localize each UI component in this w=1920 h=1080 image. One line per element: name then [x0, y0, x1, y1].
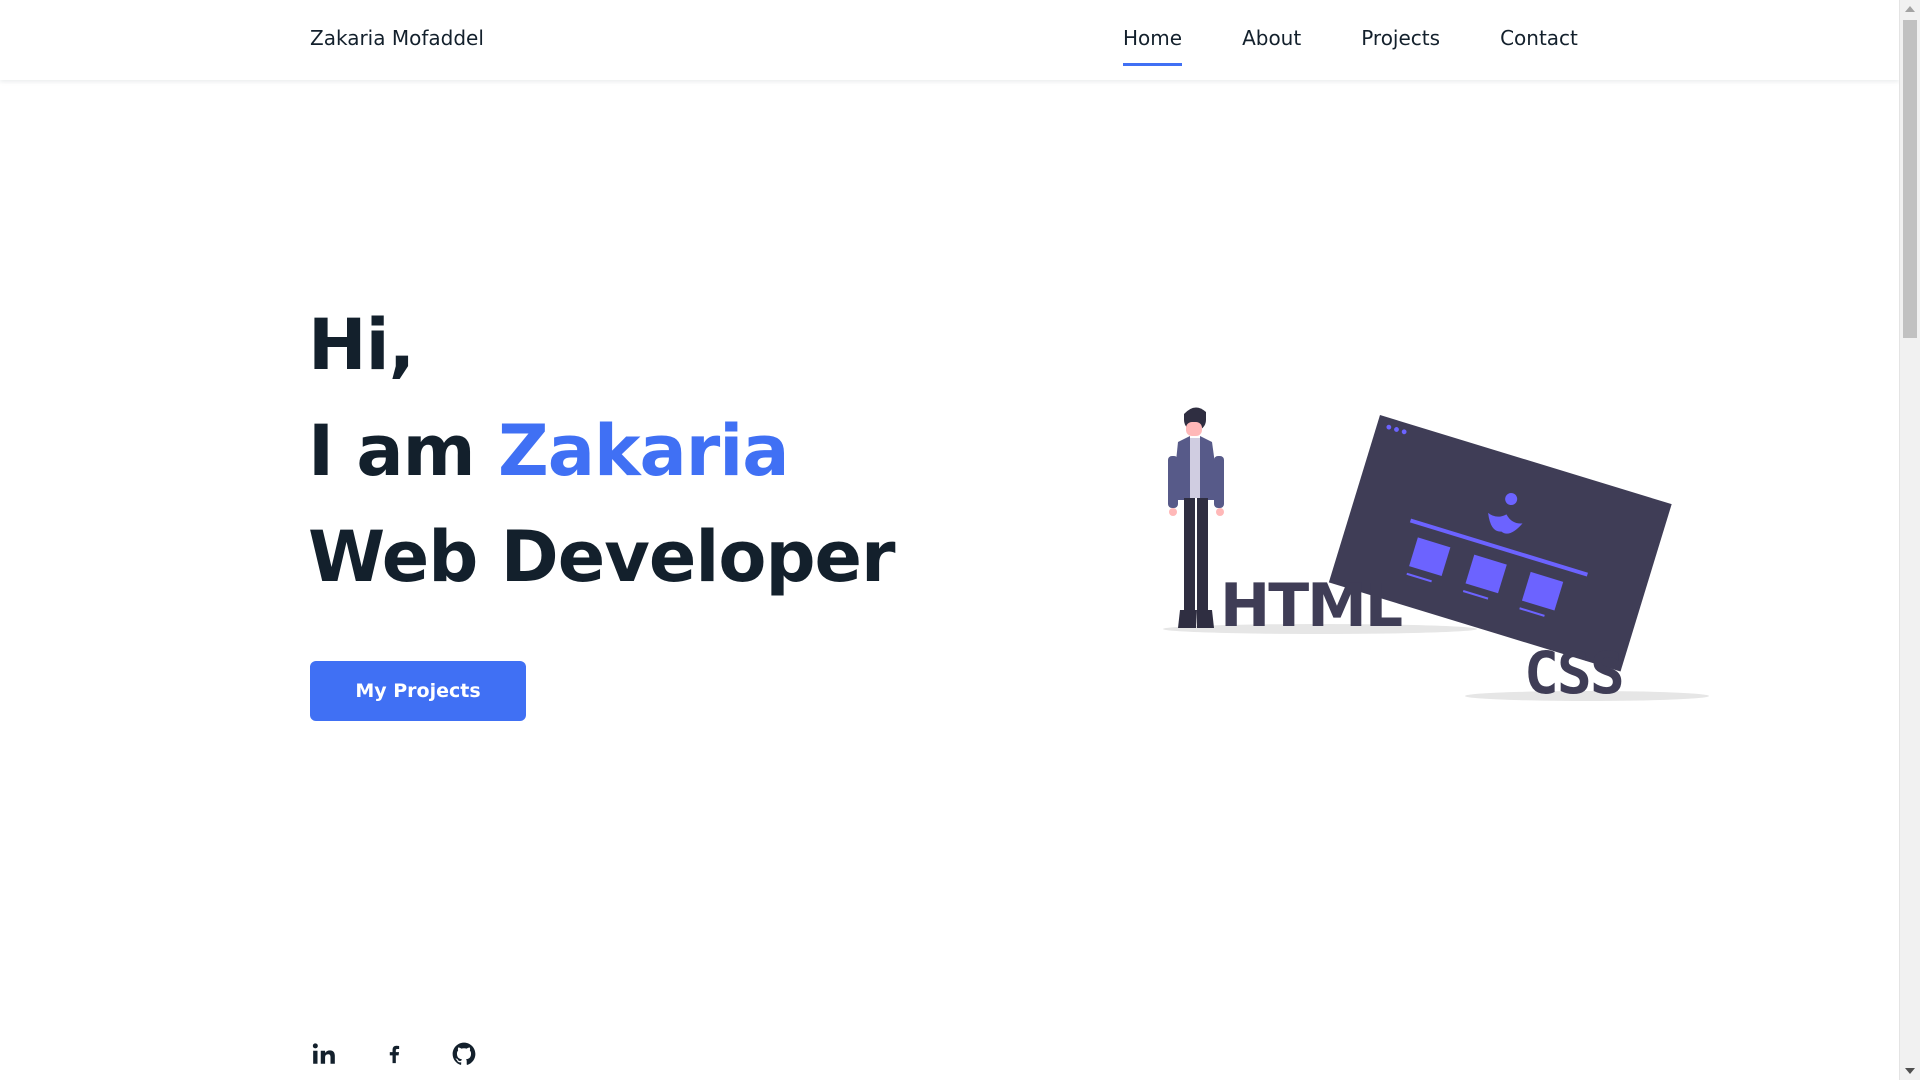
- hero-name: Zakaria: [497, 410, 790, 492]
- page: Zakaria Mofaddel Home About Projects Con…: [0, 0, 1920, 1080]
- my-projects-button[interactable]: My Projects: [310, 661, 526, 721]
- scroll-thumb[interactable]: [1903, 20, 1917, 338]
- social-links: [310, 1040, 520, 1068]
- nav-contact[interactable]: Contact: [1500, 26, 1578, 50]
- facebook-glyph: [389, 1045, 400, 1064]
- hero-intro: I am Zakaria: [308, 398, 895, 504]
- hero-intro-prefix: I am: [308, 410, 498, 492]
- hero-greeting: Hi,: [308, 304, 415, 386]
- hero-role: Web Developer: [308, 516, 896, 598]
- site-header: Zakaria Mofaddel Home About Projects Con…: [0, 0, 1899, 80]
- person-figure: [1168, 407, 1224, 628]
- hero-illustration: HTML CSS: [1140, 400, 1720, 720]
- logo-link[interactable]: Zakaria Mofaddel: [310, 26, 484, 50]
- facebook-icon[interactable]: [380, 1040, 408, 1068]
- main-nav: Home About Projects Contact: [1123, 26, 1578, 66]
- nav-about[interactable]: About: [1242, 26, 1301, 50]
- hero-title: Hi, I am Zakaria Web Developer: [308, 292, 896, 610]
- scroll-down-arrow-icon[interactable]: [1905, 1068, 1915, 1074]
- nav-projects[interactable]: Projects: [1361, 26, 1440, 50]
- github-icon[interactable]: [450, 1040, 478, 1068]
- vertical-scrollbar[interactable]: [1899, 0, 1920, 1080]
- linkedin-glyph: [312, 1043, 335, 1064]
- html-label: HTML: [1220, 571, 1402, 641]
- github-glyph: [452, 1042, 476, 1065]
- linkedin-icon[interactable]: [310, 1040, 338, 1068]
- css-label: CSS: [1524, 639, 1623, 707]
- nav-home[interactable]: Home: [1123, 26, 1183, 66]
- scroll-up-arrow-icon[interactable]: [1905, 6, 1915, 12]
- developer-illustration: HTML CSS: [1163, 407, 1709, 707]
